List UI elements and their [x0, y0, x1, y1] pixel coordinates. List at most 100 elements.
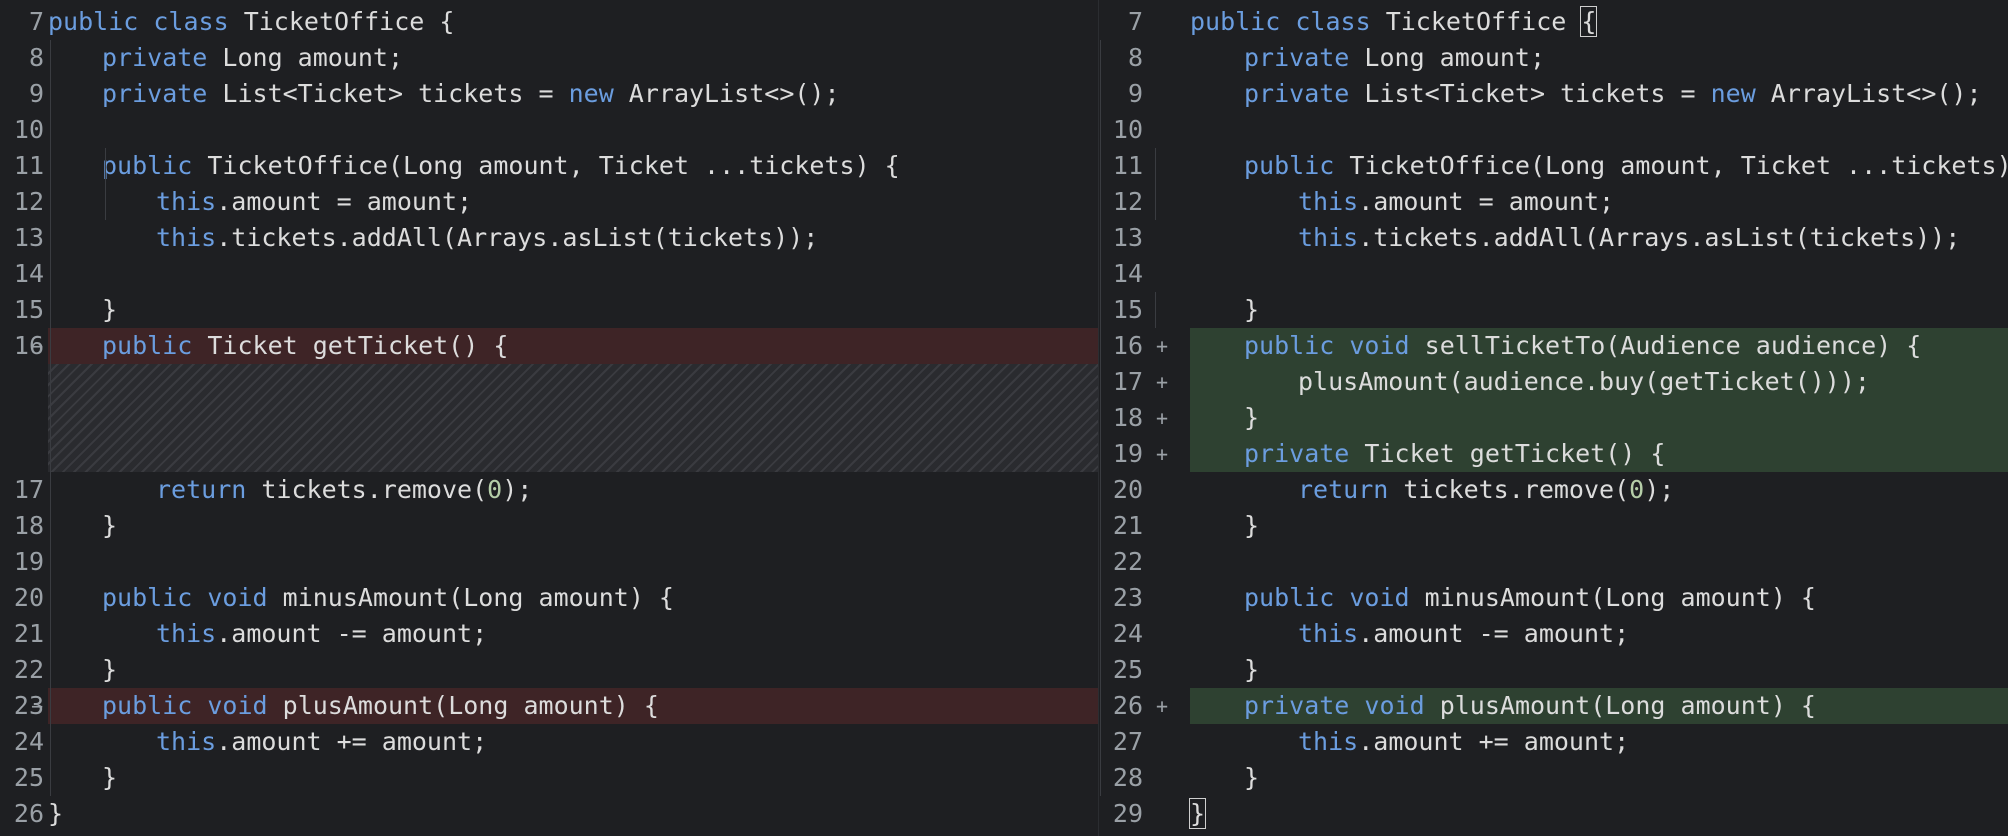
- code-text: }: [48, 508, 1098, 544]
- code-line[interactable]: 26}: [0, 796, 1098, 832]
- line-number: 9: [28, 79, 44, 108]
- code-line[interactable]: 7 public class TicketOffice {: [0, 4, 1098, 40]
- code-line[interactable]: 14: [1099, 256, 2008, 292]
- code-line-added[interactable]: 26 + private void plusAmount(Long amount) …: [1099, 688, 2008, 724]
- code-token: }: [102, 295, 118, 324]
- line-number: 25: [13, 763, 44, 792]
- line-number: 26: [13, 799, 44, 828]
- line-number: 19: [13, 547, 44, 576]
- code-line[interactable]: 21}: [1099, 508, 2008, 544]
- code-line[interactable]: 27 this.amount += amount;: [1099, 724, 2008, 760]
- code-line[interactable]: 25}: [0, 760, 1098, 796]
- line-number: 13: [13, 223, 44, 252]
- code-line[interactable]: 9 private List<Ticket> tickets = new Arra…: [1099, 76, 2008, 112]
- matched-bracket: {: [1580, 6, 1598, 37]
- code-token: tickets.remove(: [1388, 475, 1630, 504]
- code-text: private Long amount;: [1190, 40, 2008, 76]
- code-line[interactable]: 8 private Long amount;: [1099, 40, 2008, 76]
- code-line[interactable]: 17 return tickets.remove(0);: [0, 472, 1098, 508]
- line-number: 29: [1112, 799, 1143, 828]
- line-number: 24: [13, 727, 44, 756]
- removed-marker-icon: −: [30, 694, 44, 718]
- code-text: return tickets.remove(0);: [48, 472, 1098, 508]
- code-line[interactable]: 25}: [1099, 652, 2008, 688]
- line-number: 20: [13, 583, 44, 612]
- code-line[interactable]: 11 public TicketOffice(Long amount, Ticke…: [1099, 148, 2008, 184]
- code-line[interactable]: 8 private Long amount;: [0, 40, 1098, 76]
- code-text: }: [48, 652, 1098, 688]
- code-line[interactable]: 7 public class TicketOffice {: [1099, 4, 2008, 40]
- code-line[interactable]: 15}: [1099, 292, 2008, 328]
- code-line-added[interactable]: 18 +}: [1099, 400, 2008, 436]
- keyword-token: void: [1349, 331, 1410, 360]
- keyword-token: this: [1298, 223, 1359, 252]
- code-line[interactable]: 28}: [1099, 760, 2008, 796]
- code-line-removed[interactable]: 23− public void plusAmount(Long amount) {: [0, 688, 1098, 724]
- code-line-added[interactable]: 17 + plusAmount(audience.buy(getTicket()))…: [1099, 364, 2008, 400]
- line-number: 15: [1112, 295, 1143, 324]
- code-text: private List<Ticket> tickets = new Array…: [48, 76, 1098, 112]
- indent-guide: [1100, 40, 1101, 796]
- code-token: .amount = amount;: [1358, 187, 1615, 216]
- code-line[interactable]: 22}: [0, 652, 1098, 688]
- line-number: 21: [13, 619, 44, 648]
- keyword-token: class: [1295, 7, 1371, 36]
- code-token: TicketOffice {: [228, 7, 455, 36]
- code-line[interactable]: 9 private List<Ticket> tickets = new Arra…: [0, 76, 1098, 112]
- code-line[interactable]: 24 this.amount += amount;: [0, 724, 1098, 760]
- code-line[interactable]: 22: [1099, 544, 2008, 580]
- added-marker-icon: +: [1155, 694, 1169, 718]
- code-line[interactable]: 12 this.amount = amount;: [1099, 184, 2008, 220]
- code-token: List<Ticket> tickets =: [207, 79, 569, 108]
- code-line[interactable]: 15}: [0, 292, 1098, 328]
- line-number: 15: [13, 295, 44, 324]
- keyword-token: private: [1244, 43, 1350, 72]
- code-line[interactable]: 20 return tickets.remove(0);: [1099, 472, 2008, 508]
- code-line[interactable]: 21 this.amount -= amount;: [0, 616, 1098, 652]
- line-number: 7: [1127, 7, 1143, 36]
- code-line[interactable]: 12 this.amount = amount;: [0, 184, 1098, 220]
- code-token: );: [502, 475, 533, 504]
- number-token: 0: [487, 475, 503, 504]
- keyword-token: private: [1244, 691, 1350, 720]
- code-line[interactable]: 18}: [0, 508, 1098, 544]
- code-token: plusAmount(audience.buy(getTicket()));: [1298, 367, 1870, 396]
- code-line[interactable]: 20 public void minusAmount(Long amount) {: [0, 580, 1098, 616]
- line-number: 11: [13, 151, 44, 180]
- code-text: return tickets.remove(0);: [1190, 472, 2008, 508]
- matched-bracket: }: [1188, 798, 1207, 829]
- line-number: 10: [13, 115, 44, 144]
- line-number: 21: [1112, 511, 1143, 540]
- line-number: 18: [13, 511, 44, 540]
- code-text: }: [1190, 760, 2008, 796]
- code-line-added[interactable]: 16 + public void sellTicketTo(Audience aud…: [1099, 328, 2008, 364]
- code-line[interactable]: 14: [0, 256, 1098, 292]
- code-line[interactable]: 13 this.tickets.addAll(Arrays.asList(tick…: [0, 220, 1098, 256]
- code-line-added[interactable]: 19 + private Ticket getTicket() {: [1099, 436, 2008, 472]
- left-pane-original[interactable]: 7 public class TicketOffice {8 private Lon…: [0, 0, 1099, 836]
- keyword-token: private: [1244, 439, 1350, 468]
- code-line[interactable]: 10: [1099, 112, 2008, 148]
- code-line[interactable]: 11 public TicketOffice(Long amount, Ticke…: [0, 148, 1098, 184]
- code-line[interactable]: 23 public void minusAmount(Long amount) {: [1099, 580, 2008, 616]
- code-line[interactable]: 19: [0, 544, 1098, 580]
- code-text: }: [1190, 292, 2008, 328]
- diff-viewer: 7 public class TicketOffice {8 private Lon…: [0, 0, 2008, 836]
- code-line[interactable]: 24 this.amount -= amount;: [1099, 616, 2008, 652]
- code-token: .tickets.addAll(Arrays.asList(tickets));: [216, 223, 819, 252]
- code-line[interactable]: 10: [0, 112, 1098, 148]
- line-number: 26: [1112, 691, 1143, 720]
- line-number: 10: [1112, 115, 1143, 144]
- code-line[interactable]: 13 this.tickets.addAll(Arrays.asList(tick…: [1099, 220, 2008, 256]
- keyword-token: class: [153, 7, 229, 36]
- right-pane-modified[interactable]: 7 public class TicketOffice {8 private Lon…: [1099, 0, 2008, 836]
- code-line-removed[interactable]: 16− public Ticket getTicket() {: [0, 328, 1098, 364]
- code-text: private Long amount;: [48, 40, 1098, 76]
- line-number: 13: [1112, 223, 1143, 252]
- code-line[interactable]: 29}: [1099, 796, 2008, 832]
